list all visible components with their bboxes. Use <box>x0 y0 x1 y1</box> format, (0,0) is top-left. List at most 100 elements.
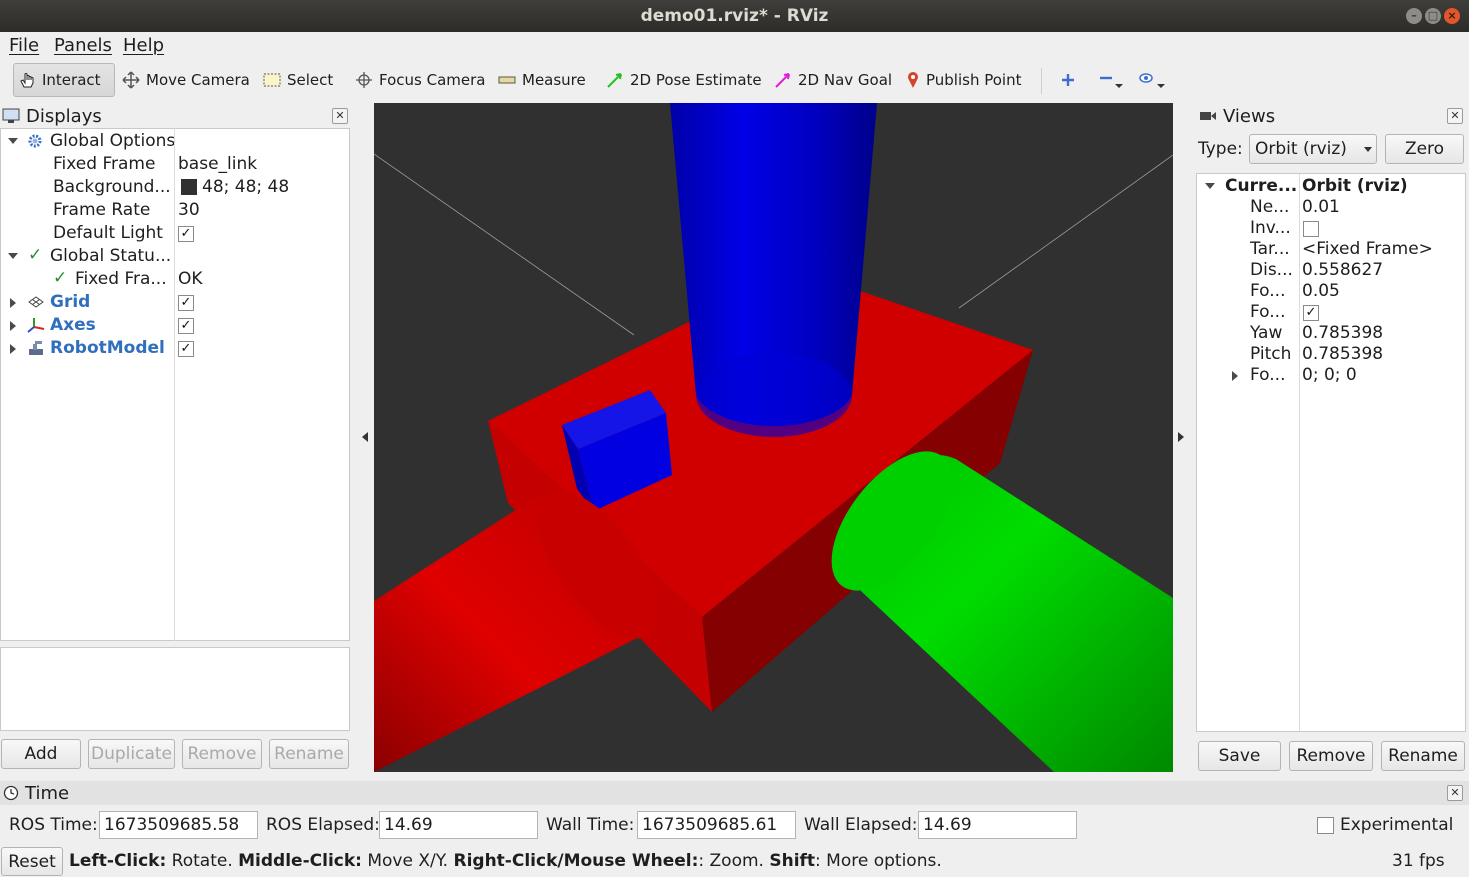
views-close-icon[interactable]: ✕ <box>1447 108 1463 124</box>
view-type-select[interactable]: Orbit (rviz) <box>1249 134 1377 164</box>
rename-display-button[interactable]: Rename <box>269 739 349 769</box>
tree-label: Dis... <box>1250 260 1293 280</box>
collapse-icon[interactable] <box>8 253 18 259</box>
displays-title: Displays <box>26 105 102 127</box>
save-view-button[interactable]: Save <box>1198 741 1281 771</box>
tool-label: Measure <box>522 71 586 89</box>
tree-row-yaw[interactable]: Yaw 0.785398 <box>1197 322 1465 345</box>
menu-panels[interactable]: Panels <box>54 35 112 56</box>
ros-time-field[interactable]: 1673509685.58 <box>99 811 258 839</box>
expand-icon[interactable] <box>10 344 16 354</box>
hint-right-click: Right-Click/Mouse Wheel: <box>453 851 699 871</box>
hint-shift: Shift <box>769 851 816 871</box>
panel-view-button[interactable] <box>1134 63 1170 97</box>
maximize-icon[interactable]: □ <box>1425 8 1441 24</box>
tree-label: Inv... <box>1250 218 1291 238</box>
focal-shape-size-value[interactable]: 0.05 <box>1302 281 1340 301</box>
tree-label: Fixed Fra... <box>75 269 167 289</box>
collapse-icon[interactable] <box>1205 183 1215 189</box>
tree-row-background[interactable]: Background... 48; 48; 48 <box>1 176 349 199</box>
tree-row-focal-shape-size[interactable]: Fo... 0.05 <box>1197 280 1465 303</box>
remove-tool-button[interactable] <box>1094 63 1128 97</box>
displays-close-icon[interactable]: ✕ <box>332 108 348 124</box>
expand-icon[interactable] <box>10 298 16 308</box>
tool-publish-point[interactable]: Publish Point <box>902 63 1025 97</box>
menu-help[interactable]: Help <box>123 35 164 56</box>
tree-row-current-view[interactable]: Curre... Orbit (rviz) <box>1197 175 1465 198</box>
tree-row-target-frame[interactable]: Tar... <Fixed Frame> <box>1197 238 1465 261</box>
robotmodel-enabled-checkbox[interactable]: ✓ <box>178 341 194 357</box>
target-frame-value[interactable]: <Fixed Frame> <box>1302 239 1433 259</box>
tree-row-focal-point[interactable]: Fo... 0; 0; 0 <box>1197 364 1465 387</box>
duplicate-display-button[interactable]: Duplicate <box>88 739 175 769</box>
window-title: demo01.rviz* - RViz <box>640 6 829 26</box>
tool-2d-pose-estimate[interactable]: 2D Pose Estimate <box>602 63 766 97</box>
minimize-icon[interactable]: – <box>1406 8 1422 24</box>
tool-move-camera[interactable]: Move Camera <box>118 63 254 97</box>
tree-row-default-light[interactable]: Default Light ✓ <box>1 222 349 245</box>
ros-elapsed-field[interactable]: 14.69 <box>379 811 538 839</box>
tree-label: Grid <box>50 292 91 312</box>
color-swatch[interactable] <box>181 179 197 195</box>
add-display-button[interactable]: Add <box>1 739 81 769</box>
tree-row-global-options[interactable]: Global Options <box>1 130 349 153</box>
expand-icon[interactable] <box>10 321 16 331</box>
remove-display-button[interactable]: Remove <box>182 739 262 769</box>
expand-icon[interactable] <box>1232 371 1238 381</box>
wall-time-field[interactable]: 1673509685.61 <box>637 811 796 839</box>
default-light-checkbox[interactable]: ✓ <box>178 226 194 242</box>
collapse-left-icon[interactable] <box>362 432 368 442</box>
wall-elapsed-field[interactable]: 14.69 <box>918 811 1077 839</box>
collapse-icon[interactable] <box>8 138 18 144</box>
tree-row-fixed-frame-status[interactable]: ✓ Fixed Fra... OK <box>1 268 349 291</box>
tree-label: Fo... <box>1250 365 1286 385</box>
grid-enabled-checkbox[interactable]: ✓ <box>178 295 194 311</box>
hint-text: : More options. <box>815 851 942 871</box>
tool-measure[interactable]: Measure <box>494 63 590 97</box>
pitch-value[interactable]: 0.785398 <box>1302 344 1383 364</box>
tool-2d-nav-goal[interactable]: 2D Nav Goal <box>770 63 896 97</box>
background-value[interactable]: 48; 48; 48 <box>202 177 289 197</box>
tree-row-robotmodel[interactable]: RobotModel ✓ <box>1 337 349 360</box>
tree-row-global-status[interactable]: ✓ Global Statu... <box>1 245 349 268</box>
reset-button[interactable]: Reset <box>1 847 63 876</box>
zero-button[interactable]: Zero <box>1385 134 1464 164</box>
title-bar: demo01.rviz* - RViz – □ × <box>0 0 1469 32</box>
close-icon[interactable]: × <box>1444 8 1460 24</box>
column-divider[interactable] <box>174 128 175 641</box>
tree-row-axes[interactable]: Axes ✓ <box>1 314 349 337</box>
tree-row-invert-z[interactable]: Inv... <box>1197 217 1465 240</box>
tree-row-frame-rate[interactable]: Frame Rate 30 <box>1 199 349 222</box>
map-pin-icon <box>908 72 918 88</box>
distance-value[interactable]: 0.558627 <box>1302 260 1383 280</box>
camera-icon <box>1200 112 1216 120</box>
near-clip-value[interactable]: 0.01 <box>1302 197 1340 217</box>
fixed-frame-value[interactable]: base_link <box>178 154 257 174</box>
tool-interact[interactable]: Interact <box>13 63 115 97</box>
tree-row-focal-shape-fixed[interactable]: Fo... ✓ <box>1197 301 1465 324</box>
tree-row-distance[interactable]: Dis... 0.558627 <box>1197 259 1465 282</box>
tree-row-fixed-frame[interactable]: Fixed Frame base_link <box>1 153 349 176</box>
menu-file[interactable]: File <box>9 35 39 56</box>
tree-row-grid[interactable]: Grid ✓ <box>1 291 349 314</box>
frame-rate-value[interactable]: 30 <box>178 200 200 220</box>
focal-point-value[interactable]: 0; 0; 0 <box>1302 365 1357 385</box>
collapse-right-icon[interactable] <box>1178 432 1184 442</box>
remove-view-button[interactable]: Remove <box>1289 741 1373 771</box>
experimental-checkbox[interactable] <box>1317 817 1334 834</box>
time-close-icon[interactable]: ✕ <box>1447 785 1463 801</box>
add-tool-button[interactable] <box>1056 63 1080 97</box>
render-viewport[interactable] <box>374 103 1173 772</box>
rename-view-button[interactable]: Rename <box>1381 741 1465 771</box>
hint-text: Rotate. <box>166 851 239 871</box>
tool-select[interactable]: Select <box>259 63 337 97</box>
axes-enabled-checkbox[interactable]: ✓ <box>178 318 194 334</box>
invert-z-checkbox[interactable] <box>1303 221 1319 237</box>
focal-shape-fixed-checkbox[interactable]: ✓ <box>1303 305 1319 321</box>
tree-row-pitch[interactable]: Pitch 0.785398 <box>1197 343 1465 366</box>
experimental-label: Experimental <box>1340 815 1454 835</box>
tool-focus-camera[interactable]: Focus Camera <box>351 63 489 97</box>
tree-row-near-clip[interactable]: Ne... 0.01 <box>1197 196 1465 219</box>
wall-elapsed-label: Wall Elapsed: <box>804 815 918 835</box>
yaw-value[interactable]: 0.785398 <box>1302 323 1383 343</box>
